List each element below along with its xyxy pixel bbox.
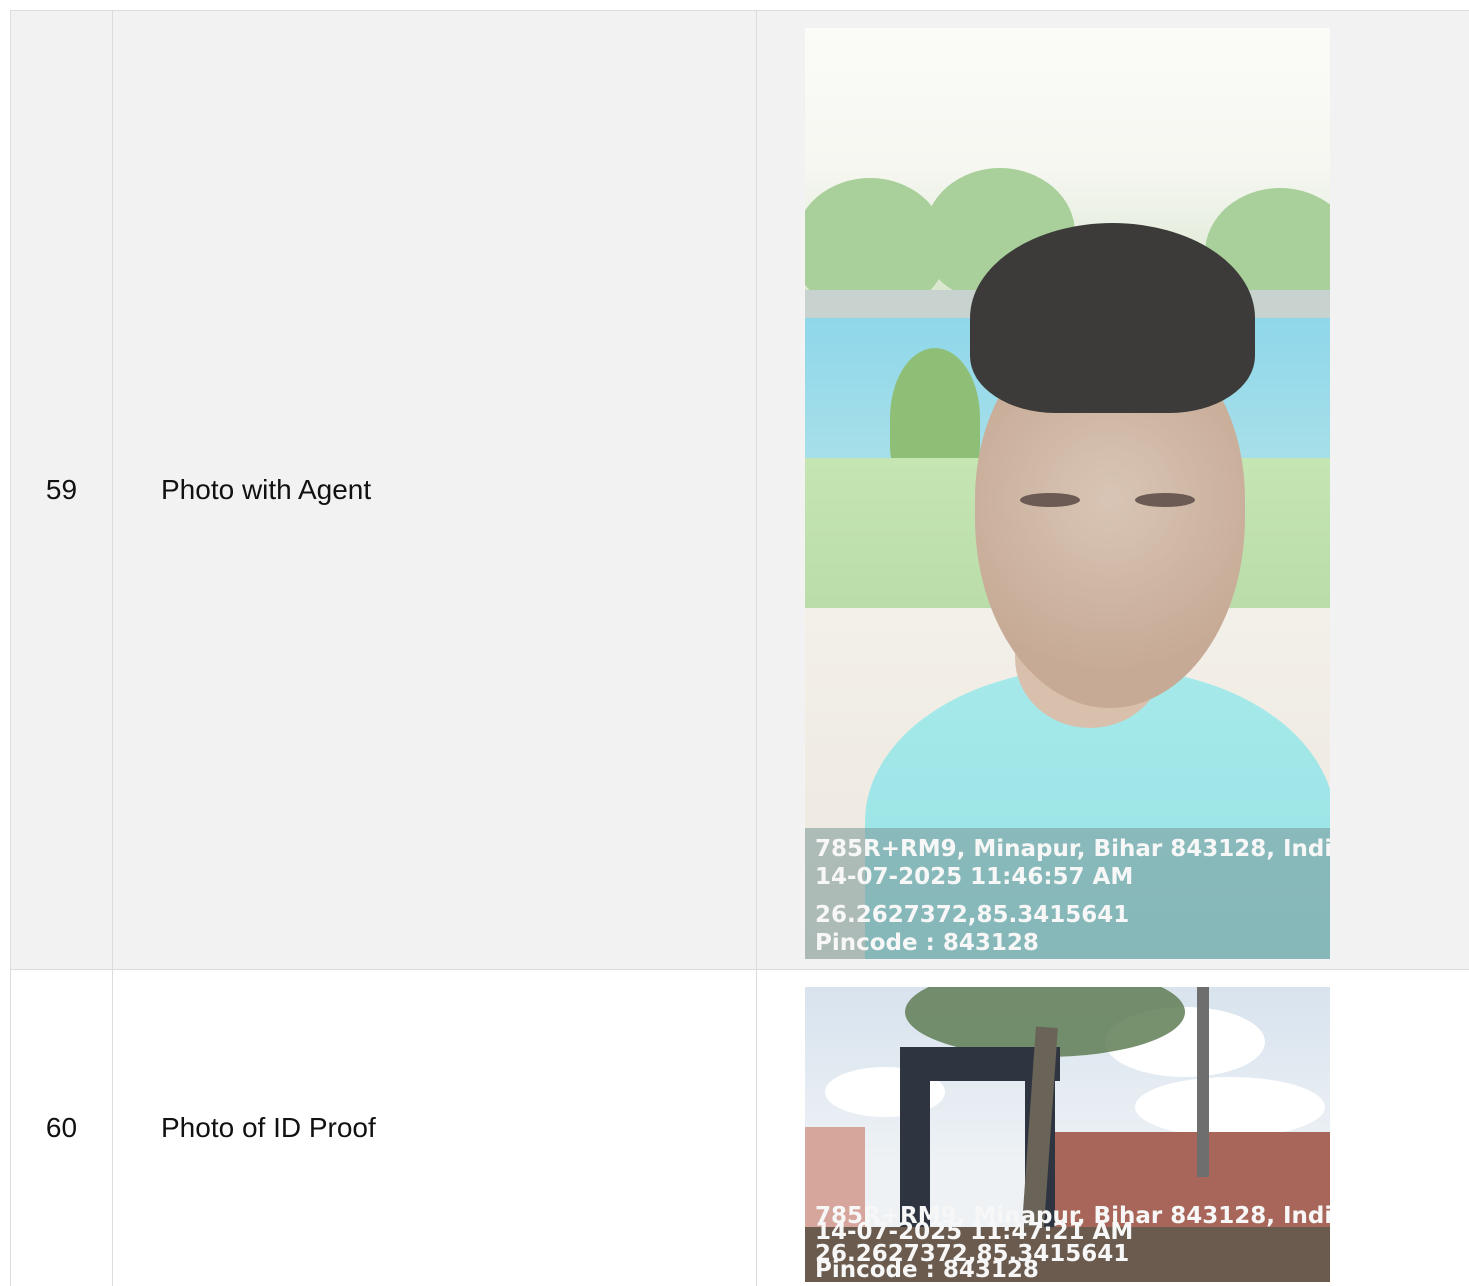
photo-tree xyxy=(805,178,945,308)
photo-electric-pole xyxy=(1197,987,1209,1177)
table-row: 60 Photo of ID Proof 785R+RM9, Minapur, … xyxy=(11,970,1469,1286)
row-label: Photo with Agent xyxy=(161,474,372,505)
row-number: 60 xyxy=(45,1112,78,1143)
row-photo-cell: 785R+RM9, Minapur, Bihar 843128, India .… xyxy=(757,970,1469,1286)
submission-table: 59 Photo with Agent 785R+RM9, Minapur, B… xyxy=(10,10,1469,1286)
photo-datetime: 14-07-2025 11:46:57 AM xyxy=(815,864,1134,890)
row-number-cell: 60 xyxy=(11,970,113,1286)
row-label-cell: Photo with Agent xyxy=(113,11,757,969)
photo-cloud xyxy=(1135,1077,1325,1137)
photo-person-hair xyxy=(970,223,1255,413)
id-proof-photo[interactable]: 785R+RM9, Minapur, Bihar 843128, India .… xyxy=(805,987,1330,1282)
photo-coords: 26.2627372,85.3415641 xyxy=(815,902,1130,928)
table-row: 59 Photo with Agent 785R+RM9, Minapur, B… xyxy=(11,11,1469,970)
row-number: 59 xyxy=(45,474,78,505)
photo-pincode: Pincode : 843128 xyxy=(815,1257,1039,1282)
agent-photo[interactable]: 785R+RM9, Minapur, Bihar 843128, India .… xyxy=(805,28,1330,959)
row-photo-cell: 785R+RM9, Minapur, Bihar 843128, India .… xyxy=(757,11,1469,969)
row-label: Photo of ID Proof xyxy=(161,1112,376,1143)
row-label-cell: Photo of ID Proof xyxy=(113,970,757,1286)
photo-address: 785R+RM9, Minapur, Bihar 843128, India .… xyxy=(815,836,1330,862)
photo-person-eye xyxy=(1135,493,1195,507)
row-number-cell: 59 xyxy=(11,11,113,969)
photo-pincode: Pincode : 843128 xyxy=(815,930,1039,956)
photo-person-eye xyxy=(1020,493,1080,507)
